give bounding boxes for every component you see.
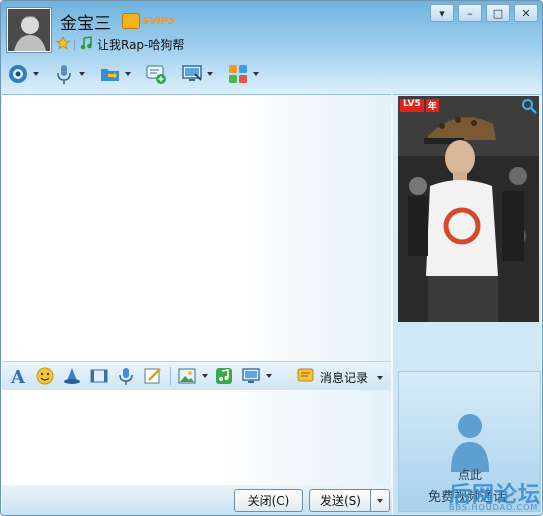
chat-window: 金宝三 SVIP5 让我Rap-哈狗帮 ▾ – □ ✕ LV5 年 A 消息记录…: [0, 0, 543, 516]
minimize-button[interactable]: –: [458, 4, 482, 22]
divider: [74, 38, 75, 51]
send-options-button[interactable]: [370, 489, 390, 512]
message-history-button[interactable]: 消息记录: [297, 367, 384, 388]
chevron-down-icon[interactable]: [33, 72, 39, 76]
film-icon[interactable]: [88, 365, 110, 387]
chat-plus-icon: [145, 63, 167, 85]
apps-grid-icon: [227, 63, 249, 85]
window-controls: ▾ – □ ✕: [430, 4, 538, 22]
close-button[interactable]: 关闭(C): [234, 489, 303, 512]
monitor-icon: [181, 63, 203, 85]
chevron-down-icon[interactable]: [202, 374, 208, 378]
contact-avatar[interactable]: [7, 8, 51, 52]
send-button[interactable]: 发送(S): [309, 489, 372, 512]
screen-share-icon[interactable]: [240, 365, 262, 387]
photo-badges: LV5 年: [400, 99, 439, 112]
vip-badge[interactable]: SVIP5: [122, 13, 175, 29]
close-window-button[interactable]: ✕: [514, 4, 538, 22]
message-input[interactable]: [2, 390, 391, 485]
zoom-icon[interactable]: [521, 98, 537, 114]
chat-toolbar: [7, 61, 273, 87]
message-history-label: 消息记录: [320, 371, 369, 385]
doodle-icon[interactable]: [142, 365, 164, 387]
folder-icon: [99, 63, 121, 85]
year-badge: 年: [425, 99, 439, 112]
create-group-button[interactable]: [145, 63, 167, 85]
chevron-down-icon: [377, 375, 384, 380]
vip-level: SVIP5: [142, 15, 175, 27]
star-icon[interactable]: [56, 36, 70, 53]
image-icon[interactable]: [176, 365, 198, 387]
svg-text:A: A: [10, 367, 26, 386]
maximize-button[interactable]: □: [486, 4, 510, 22]
history-icon: [297, 367, 315, 388]
magic-hat-icon[interactable]: [61, 365, 83, 387]
music-share-icon[interactable]: [213, 365, 235, 387]
message-history-area[interactable]: [2, 94, 391, 361]
chevron-down-icon[interactable]: [253, 72, 259, 76]
level-badge: LV5: [400, 99, 424, 112]
watermark-url: BBS.HOUDAO.COM: [449, 503, 539, 512]
voice-call-button[interactable]: [53, 63, 85, 85]
status-row: 让我Rap-哈狗帮: [56, 36, 184, 53]
music-icon[interactable]: [79, 36, 93, 53]
chevron-down-icon[interactable]: [266, 374, 272, 378]
contact-name[interactable]: 金宝三: [60, 9, 111, 34]
chevron-down-icon[interactable]: [207, 72, 213, 76]
divider: [170, 367, 171, 385]
webcam-icon: [7, 63, 29, 85]
chevron-down-icon[interactable]: [79, 72, 85, 76]
emoji-icon[interactable]: [34, 365, 56, 387]
video-call-button[interactable]: [7, 63, 39, 85]
send-file-button[interactable]: [99, 63, 131, 85]
apps-button[interactable]: [227, 63, 259, 85]
menu-dropdown-button[interactable]: ▾: [430, 4, 454, 22]
chevron-down-icon[interactable]: [125, 72, 131, 76]
crown-icon: [122, 13, 140, 29]
microphone-icon: [53, 63, 75, 85]
chevron-down-icon: [377, 498, 383, 503]
font-icon[interactable]: A: [7, 365, 29, 387]
voice-message-icon[interactable]: [115, 365, 137, 387]
signature-text[interactable]: 让我Rap-哈狗帮: [97, 36, 184, 53]
contact-show-photo[interactable]: LV5 年: [398, 96, 539, 322]
remote-assist-button[interactable]: [181, 63, 213, 85]
person-silhouette-icon: [451, 414, 489, 472]
